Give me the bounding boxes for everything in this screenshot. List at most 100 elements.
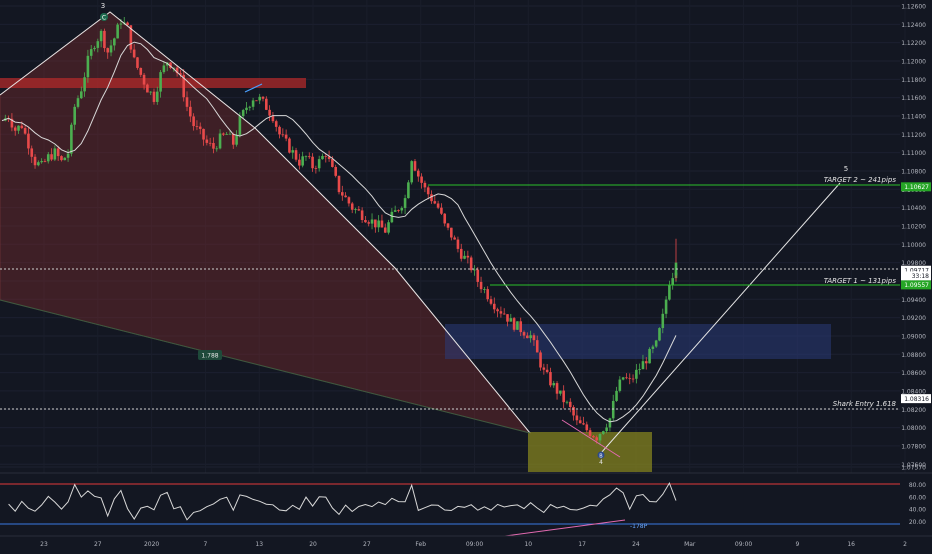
candle-body [519,321,523,333]
candle-body [152,91,156,102]
candle-body [103,30,106,49]
candle-body [489,299,493,304]
candle-body [532,335,536,341]
candle-body [555,383,559,394]
price-tick-label: 1.11400 [901,113,926,120]
candle-body [314,168,318,169]
price-tick-label: 1.10000 [901,242,926,249]
candle-body [473,269,476,271]
candle-body [202,128,205,140]
candle-body [509,318,513,322]
candle-body [644,361,648,364]
candle-body [446,223,450,228]
candle-body [400,207,404,211]
candle-body [360,210,364,221]
candle-body [654,340,658,347]
price-tick-label: 1.11800 [901,77,926,84]
target1-price-tag-label: 1.09557 [904,282,929,289]
fib-ratio-label: 1.788 [201,353,218,360]
candle-body [598,433,602,441]
candle-body [459,248,463,259]
candle-body [139,67,143,75]
candle-body [592,436,595,438]
candle-body [225,134,228,135]
rsi-tick-label: 80.00 [909,482,926,489]
candle-body [516,321,519,330]
candle-body [321,156,324,160]
candle-body [635,369,638,379]
candle-body [228,133,232,135]
candle-body [512,318,516,330]
candle-body [545,369,549,373]
candle-body [347,197,351,204]
price-tick-label: 1.10200 [901,223,926,230]
candle-body [648,348,651,364]
candle-body [66,153,70,158]
candle-body [492,303,496,310]
candle-body [99,30,103,42]
rsi-tick-label: 60.00 [909,494,926,501]
time-tick-label: 13 [255,541,263,548]
candle-body [20,125,24,129]
time-tick-label: 23 [40,541,48,548]
candle-body [274,121,278,127]
time-tick-label: 27 [363,541,371,548]
candle-body [526,335,529,339]
candle-body [56,148,60,157]
candle-body [393,210,397,212]
candle-body [466,255,470,258]
candle-body [377,220,380,228]
candle-body [486,289,489,300]
trading-chart[interactable]: TARGET 2 ~ 241pips TARGET 1 ~ 131pips Sh… [0,0,932,550]
candle-body [383,227,387,233]
candle-body [60,156,63,161]
candle-body [529,335,532,339]
candle-body [469,257,473,271]
candle-body [241,110,245,117]
candle-body [198,126,202,129]
price-tick-label: 1.12600 [901,4,926,11]
demand-zone [445,324,831,359]
candle-body [116,24,119,39]
candle-body [258,96,262,101]
candle-body [506,314,509,322]
candle-body [70,124,73,154]
candle-body [483,289,486,290]
candle-body [331,159,334,167]
candle-body [30,148,34,157]
candle-body [390,211,394,223]
price-tick-label: 1.08800 [901,352,926,359]
candle-body [539,352,542,368]
candle-body [661,313,665,329]
candle-body [146,84,149,93]
price-tick-label: 1.07570 [901,465,926,472]
candle-body [578,420,582,424]
time-tick-label: 09:00 [735,541,752,548]
candle-body [651,346,655,349]
candle-body [231,133,235,145]
candle-body [582,423,585,425]
candle-body [155,91,159,102]
candle-body [559,390,562,394]
candle-body [450,227,453,238]
target2-price-tag-label: 1.10627 [904,184,929,191]
candle-body [37,162,40,166]
candle-body [621,377,625,380]
candle-body [436,203,440,208]
candle-body [641,361,645,370]
candle-body [549,372,552,386]
price-tick-label: 1.08200 [901,407,926,414]
time-tick-label: 7 [204,541,208,548]
price-tick-label: 1.08000 [901,425,926,432]
candle-body [479,281,483,290]
price-tick-label: 1.10400 [901,205,926,212]
price-tick-label: 1.09200 [901,315,926,322]
candle-body [189,106,192,117]
candle-body [354,209,357,210]
price-tick-label: 1.12400 [901,22,926,29]
countdown-price-tag-label: 33:18 [912,273,929,280]
candle-body [585,424,589,431]
price-tick-label: 1.10800 [901,168,926,175]
candle-body [374,219,377,228]
candle-body [83,77,86,92]
